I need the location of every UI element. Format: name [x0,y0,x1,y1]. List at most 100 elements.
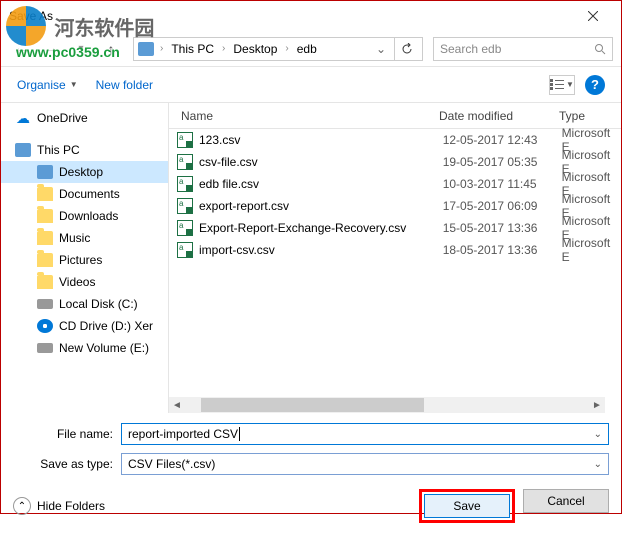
folder-icon [37,253,53,267]
file-name: 123.csv [199,133,443,147]
file-row[interactable]: csv-file.csv19-05-2017 05:35Microsoft E [169,151,621,173]
file-date: 18-05-2017 13:36 [443,243,562,257]
search-icon [594,43,606,55]
save-button[interactable]: Save [424,494,510,518]
horizontal-scrollbar[interactable]: ◄ ► [169,397,605,413]
main-content: ☁ OneDrive This PC Desktop Documents Dow… [1,103,621,413]
nav-recent-dropdown[interactable]: ▾ [69,37,93,61]
sidebar-item-label: New Volume (E:) [59,341,149,355]
scroll-left-icon[interactable]: ◄ [169,397,185,413]
chevron-down-icon[interactable]: ⌄ [594,429,602,440]
navigation-bar: ← → ▾ ↑ › This PC › Desktop › edb ⌄ Sear… [1,31,621,67]
view-options-button[interactable]: ▼ [549,75,575,95]
breadcrumb-root[interactable]: This PC [169,42,216,56]
onedrive-icon: ☁ [15,111,31,125]
file-date: 19-05-2017 05:35 [443,155,562,169]
breadcrumb-dropdown[interactable]: ⌄ [372,42,390,56]
pc-icon [15,143,31,157]
csv-file-icon [177,220,193,236]
breadcrumb-item-0[interactable]: Desktop [231,42,279,56]
chevron-right-icon: › [220,43,227,54]
disk-icon [37,343,53,353]
refresh-button[interactable] [394,37,418,61]
desktop-icon [37,165,53,179]
window-title: Save As [9,9,573,23]
sidebar-item-this-pc[interactable]: This PC [1,139,168,161]
sidebar-item-pictures[interactable]: Pictures [1,249,168,271]
file-name: Export-Report-Exchange-Recovery.csv [199,221,443,235]
cancel-button-label: Cancel [547,494,584,508]
file-row[interactable]: Export-Report-Exchange-Recovery.csv15-05… [169,217,621,239]
file-date: 17-05-2017 06:09 [443,199,562,213]
file-list-header: Name Date modified Type [169,103,621,129]
organise-button[interactable]: Organise ▼ [17,78,78,92]
sidebar-item-cd-drive-d[interactable]: CD Drive (D:) Xer [1,315,168,337]
save-as-type-value: CSV Files(*.csv) [128,457,215,471]
nav-up-button[interactable]: ↑ [99,37,123,61]
chevron-down-icon[interactable]: ⌄ [594,459,602,470]
folder-icon [37,209,53,223]
sidebar-item-label: This PC [37,143,80,157]
file-date: 12-05-2017 12:43 [443,133,562,147]
sidebar-item-music[interactable]: Music [1,227,168,249]
sidebar-item-new-volume-e[interactable]: New Volume (E:) [1,337,168,359]
close-button[interactable] [573,2,613,30]
breadcrumb-item-1[interactable]: edb [295,42,319,56]
column-header-type[interactable]: Type [559,109,621,123]
sidebar-item-desktop[interactable]: Desktop [1,161,168,183]
sidebar-item-downloads[interactable]: Downloads [1,205,168,227]
csv-file-icon [177,154,193,170]
chevron-down-icon: ▼ [566,80,574,89]
scroll-right-icon[interactable]: ► [589,397,605,413]
organise-label: Organise [17,78,66,92]
search-placeholder: Search edb [440,42,594,56]
sidebar-item-label: Music [59,231,90,245]
sidebar-item-onedrive[interactable]: ☁ OneDrive [1,107,168,129]
cd-icon [37,319,53,333]
collapse-icon: ⌃ [13,497,31,515]
new-folder-label: New folder [96,78,153,92]
cancel-button[interactable]: Cancel [523,489,609,513]
filename-label: File name: [13,427,121,441]
sidebar-item-label: Desktop [59,165,103,179]
scrollbar-thumb[interactable] [201,398,424,412]
file-name: csv-file.csv [199,155,443,169]
sidebar-item-documents[interactable]: Documents [1,183,168,205]
filename-input[interactable]: report-imported CSV ⌄ [121,423,609,445]
nav-forward-button[interactable]: → [39,37,63,61]
scrollbar-track[interactable] [201,398,573,412]
file-date: 10-03-2017 11:45 [443,177,562,191]
file-row[interactable]: export-report.csv17-05-2017 06:09Microso… [169,195,621,217]
pc-icon [138,42,154,56]
hide-folders-button[interactable]: ⌃ Hide Folders [13,497,105,515]
nav-back-button[interactable]: ← [9,37,33,61]
csv-file-icon [177,132,193,148]
sidebar-item-label: Local Disk (C:) [59,297,138,311]
help-button[interactable]: ? [585,75,605,95]
search-input[interactable]: Search edb [433,37,613,61]
close-icon [588,11,598,21]
file-row[interactable]: 123.csv12-05-2017 12:43Microsoft E [169,129,621,151]
column-header-date[interactable]: Date modified [439,109,559,123]
refresh-icon [401,43,413,55]
file-row[interactable]: import-csv.csv18-05-2017 13:36Microsoft … [169,239,621,261]
sidebar-item-local-disk-c[interactable]: Local Disk (C:) [1,293,168,315]
save-as-type-select[interactable]: CSV Files(*.csv) ⌄ [121,453,609,475]
new-folder-button[interactable]: New folder [96,78,153,92]
filename-value: report-imported CSV [128,427,240,441]
sidebar-item-label: OneDrive [37,111,88,125]
column-header-name[interactable]: Name [169,109,439,123]
save-as-type-label: Save as type: [13,457,121,471]
file-row[interactable]: edb file.csv10-03-2017 11:45Microsoft E [169,173,621,195]
breadcrumb-bar[interactable]: › This PC › Desktop › edb ⌄ [133,37,423,61]
bottom-panel: File name: report-imported CSV ⌄ Save as… [1,413,621,535]
file-name: export-report.csv [199,199,443,213]
csv-file-icon [177,198,193,214]
sidebar-tree: ☁ OneDrive This PC Desktop Documents Dow… [1,103,169,413]
file-date: 15-05-2017 13:36 [443,221,562,235]
save-button-label: Save [453,499,480,513]
sidebar-item-videos[interactable]: Videos [1,271,168,293]
sidebar-item-label: Downloads [59,209,118,223]
sidebar-item-label: CD Drive (D:) Xer [59,319,153,333]
folder-icon [37,275,53,289]
